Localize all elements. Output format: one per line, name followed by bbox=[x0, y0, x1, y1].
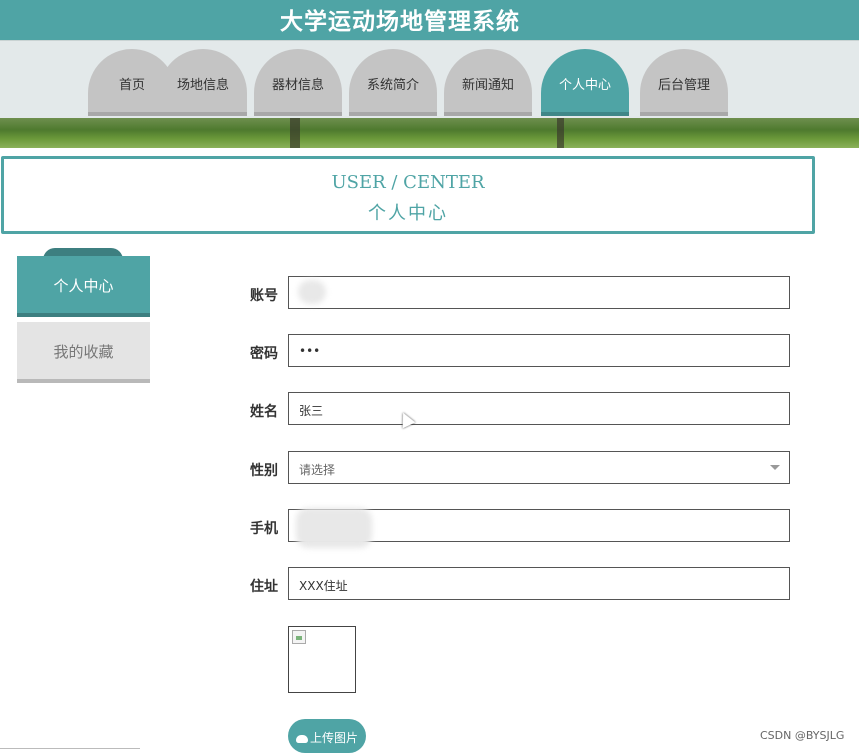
sidebar-item-favorites[interactable]: 我的收藏 bbox=[17, 322, 150, 383]
upload-image-label: 上传图片 bbox=[310, 731, 359, 745]
account-label: 账号 bbox=[250, 288, 278, 304]
app-title: 大学运动场地管理系统 bbox=[280, 9, 520, 35]
upload-image-button[interactable]: 上传图片 bbox=[288, 719, 366, 753]
top-banner: 大学运动场地管理系统 bbox=[0, 0, 859, 40]
broken-image-icon bbox=[292, 630, 306, 644]
cloud-upload-icon bbox=[296, 734, 308, 743]
tab-news[interactable]: 新闻通知 bbox=[444, 49, 532, 116]
gender-select[interactable]: 请选择 bbox=[288, 451, 790, 484]
tab-equipment-info[interactable]: 器材信息 bbox=[254, 49, 342, 116]
password-input[interactable]: ••• bbox=[288, 334, 790, 367]
tab-venue-info[interactable]: 场地信息 bbox=[159, 49, 247, 116]
chevron-down-icon bbox=[770, 465, 780, 470]
account-input[interactable] bbox=[288, 276, 790, 309]
section-title-chinese: 个人中心 bbox=[368, 203, 448, 224]
avatar-image-preview bbox=[288, 626, 356, 693]
tab-admin[interactable]: 后台管理 bbox=[640, 49, 728, 116]
gender-label: 性别 bbox=[250, 463, 278, 479]
tree-trunk bbox=[557, 118, 564, 148]
name-input[interactable]: 张三 bbox=[288, 392, 790, 425]
tree-trunk bbox=[290, 118, 300, 148]
address-input[interactable]: XXX住址 bbox=[288, 567, 790, 600]
grass-banner-image bbox=[0, 118, 859, 148]
divider bbox=[0, 748, 140, 749]
redacted-blur bbox=[298, 280, 326, 304]
section-header: USER / CENTER 个人中心 bbox=[1, 156, 815, 234]
sidebar-item-user-center[interactable]: 个人中心 bbox=[17, 256, 150, 317]
tab-user-center[interactable]: 个人中心 bbox=[541, 49, 629, 116]
redacted-blur bbox=[296, 508, 372, 548]
watermark: CSDN @BYSJLG bbox=[760, 729, 845, 742]
gender-select-placeholder: 请选择 bbox=[299, 463, 336, 477]
password-label: 密码 bbox=[250, 346, 278, 362]
phone-label: 手机 bbox=[250, 521, 278, 537]
section-title-english: USER / CENTER bbox=[331, 172, 485, 193]
address-label: 住址 bbox=[250, 579, 278, 595]
name-label: 姓名 bbox=[250, 404, 278, 420]
tab-system-intro[interactable]: 系统简介 bbox=[349, 49, 437, 116]
main-nav: 首页 场地信息 器材信息 系统简介 新闻通知 个人中心 后台管理 bbox=[0, 40, 859, 118]
